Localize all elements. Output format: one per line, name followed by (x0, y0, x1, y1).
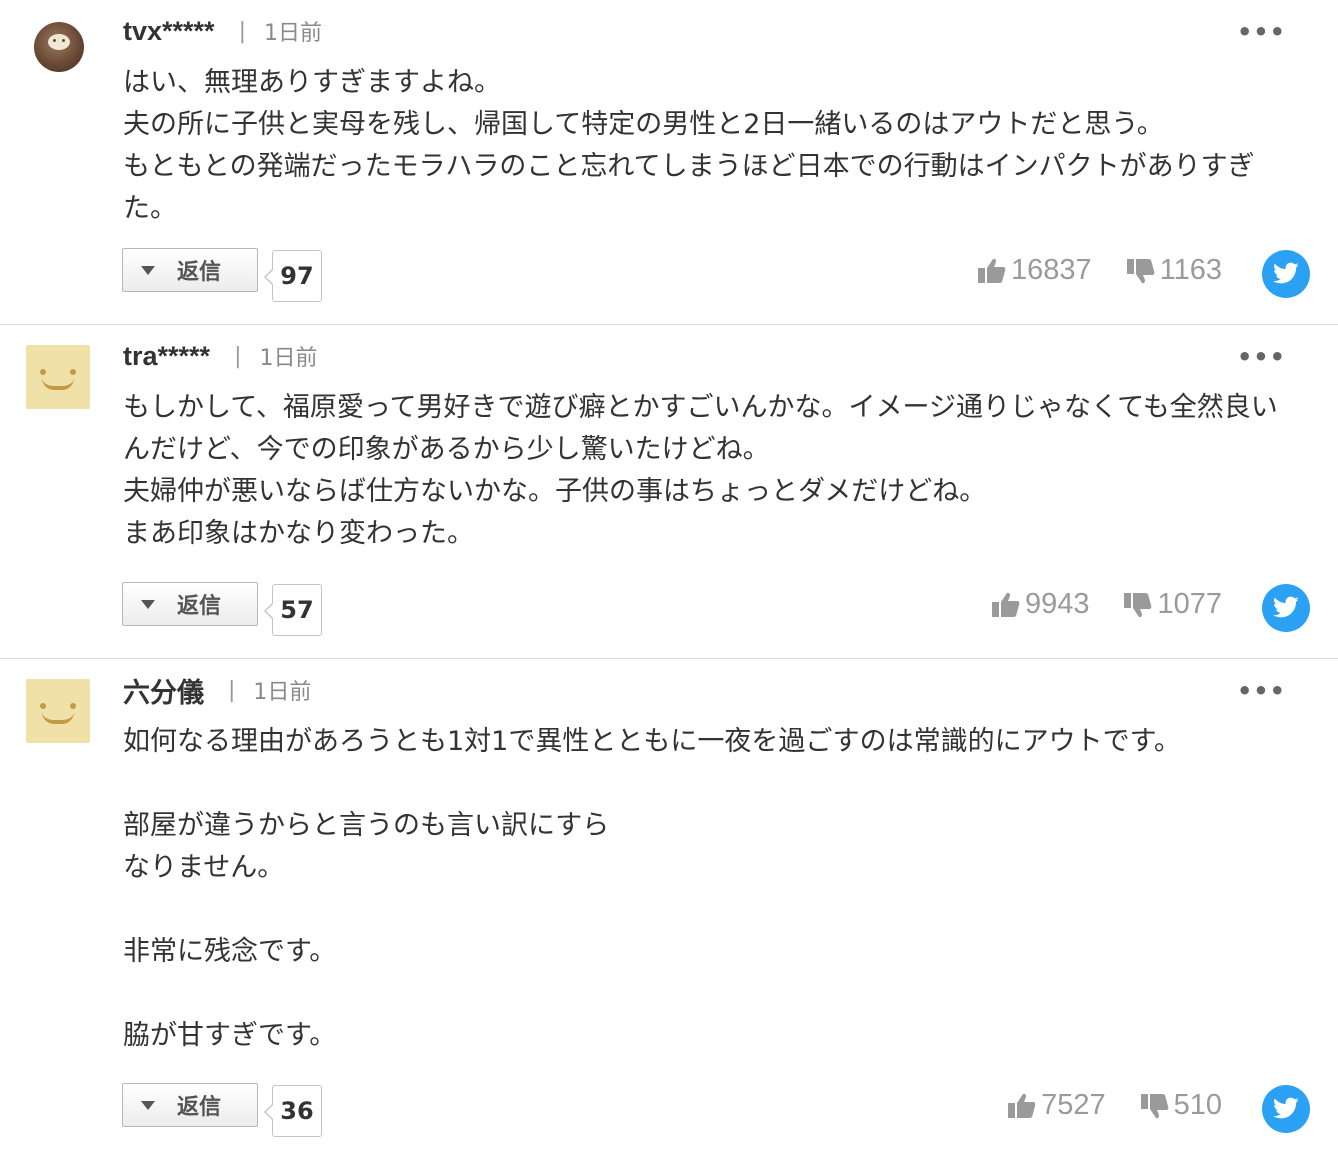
comment-footer: 返信 57 9943 1077 (0, 582, 1338, 638)
reply-button[interactable]: 返信 (122, 1083, 258, 1127)
thumbs-up-icon (1008, 1093, 1036, 1118)
thumbs-down-icon (1126, 258, 1154, 283)
comment-body: もしかして、福原愛って男好きで遊び癖とかすごいんかな。イメージ通りじゃなくても全… (123, 392, 1278, 549)
thumbs-down-icon (1124, 592, 1152, 617)
reply-button[interactable]: 返信 (122, 582, 258, 626)
comment-date: 1日前 (263, 21, 322, 46)
dislike-button[interactable]: 510 (1140, 1089, 1222, 1122)
thumbs-up-icon (977, 258, 1006, 283)
reply-label: 返信 (177, 260, 222, 285)
avatar[interactable] (26, 345, 90, 409)
avatar-eye (40, 703, 46, 709)
comment-date: 1日前 (259, 346, 318, 371)
triangle-down-icon (141, 1100, 155, 1110)
avatar-eye (40, 369, 46, 375)
like-button[interactable]: 7527 (1007, 1089, 1106, 1122)
header-separator: | (234, 343, 242, 369)
avatar[interactable] (34, 22, 84, 72)
username[interactable]: tvx***** (123, 16, 215, 47)
comment-item: 六分儀 | 1日前 ••• 如何なる理由があろうとも1対1で異性とともに一夜を過… (0, 658, 1338, 1156)
comment-footer: 返信 97 16837 1163 (0, 248, 1338, 304)
avatar-face (48, 34, 70, 50)
avatar-mouth (42, 378, 74, 390)
triangle-down-icon (141, 599, 155, 609)
thumbs-down-icon (1140, 1093, 1168, 1118)
more-dots-icon[interactable]: ••• (1237, 345, 1286, 369)
more-dots-icon[interactable]: ••• (1237, 679, 1286, 703)
dislike-button[interactable]: 1163 (1126, 254, 1222, 287)
more-dots-icon[interactable]: ••• (1237, 20, 1286, 44)
like-count: 7527 (1041, 1089, 1106, 1121)
twitter-bird-icon (1273, 1097, 1299, 1119)
reply-count[interactable]: 36 (264, 1085, 322, 1137)
dislike-count: 510 (1173, 1089, 1222, 1121)
dislike-count: 1163 (1159, 254, 1222, 286)
username[interactable]: 六分儀 (123, 671, 204, 710)
reply-count[interactable]: 97 (264, 250, 322, 302)
vote-group: 9943 1077 (991, 588, 1222, 621)
comment-header: tvx***** | 1日前 (123, 16, 322, 47)
thumbs-up-icon (991, 592, 1020, 617)
comment-date: 1日前 (253, 680, 312, 705)
vote-group: 7527 510 (1007, 1089, 1222, 1122)
avatar-eye (70, 703, 76, 709)
avatar[interactable] (26, 679, 90, 743)
like-button[interactable]: 16837 (977, 254, 1092, 287)
reply-button[interactable]: 返信 (122, 248, 258, 292)
comment-item: tvx***** | 1日前 ••• はい、無理ありすぎますよね。 夫の所に子供… (0, 0, 1338, 324)
header-separator: | (228, 677, 236, 703)
comment-body: はい、無理ありすぎますよね。 夫の所に子供と実母を残し、帰国して特定の男性と2日… (123, 67, 1255, 224)
comment-item: tra***** | 1日前 ••• もしかして、福原愛って男好きで遊び癖とかす… (0, 324, 1338, 658)
twitter-share-button[interactable] (1262, 584, 1310, 632)
reply-count[interactable]: 57 (264, 584, 322, 636)
header-separator: | (238, 18, 246, 44)
twitter-bird-icon (1273, 596, 1299, 618)
like-count: 9943 (1024, 588, 1090, 620)
twitter-share-button[interactable] (1262, 1085, 1310, 1133)
triangle-down-icon (141, 265, 155, 275)
avatar-eye (70, 369, 76, 375)
reply-label: 返信 (177, 1095, 222, 1120)
comment-header: 六分儀 | 1日前 (123, 675, 312, 708)
comment-header: tra***** | 1日前 (123, 341, 318, 372)
dislike-button[interactable]: 1077 (1123, 588, 1222, 621)
comment-footer: 返信 36 7527 510 (0, 1083, 1338, 1139)
like-button[interactable]: 9943 (991, 588, 1090, 621)
vote-group: 16837 1163 (977, 254, 1222, 287)
reply-label: 返信 (177, 594, 222, 619)
avatar-mouth (42, 712, 74, 724)
comment-body: 如何なる理由があろうとも1対1で異性とともに一夜を過ごすのは常識的にアウトです。… (123, 726, 1181, 1051)
twitter-bird-icon (1273, 262, 1299, 284)
username[interactable]: tra***** (123, 341, 210, 372)
twitter-share-button[interactable] (1262, 250, 1310, 298)
dislike-count: 1077 (1157, 588, 1222, 620)
like-count: 16837 (1010, 254, 1092, 286)
